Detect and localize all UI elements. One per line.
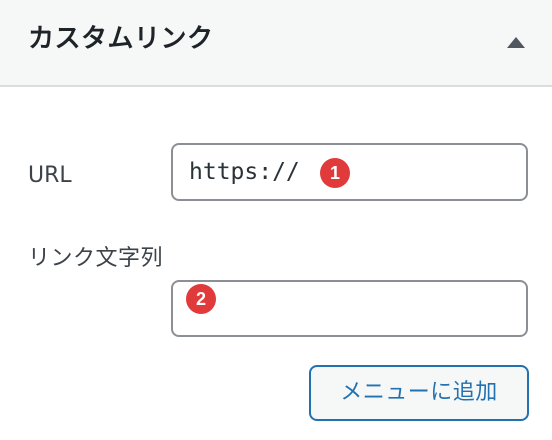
link-text-input[interactable] xyxy=(171,280,528,337)
panel-header[interactable]: カスタムリンク xyxy=(0,0,552,87)
collapse-toggle-button[interactable] xyxy=(500,28,532,56)
add-to-menu-button[interactable]: メニューに追加 xyxy=(309,365,529,421)
step-badge-2: 2 xyxy=(186,284,216,314)
link-text-label: リンク文字列 xyxy=(28,246,164,271)
custom-link-panel: カスタムリンク URL https:// 1 リンク文字列 2 メニューに追加 xyxy=(0,0,552,440)
triangle-up-icon xyxy=(507,36,525,48)
url-label: URL xyxy=(28,163,72,188)
panel-title: カスタムリンク xyxy=(28,24,214,54)
url-input-value: https:// xyxy=(189,159,300,185)
step-badge-1: 1 xyxy=(320,158,350,188)
